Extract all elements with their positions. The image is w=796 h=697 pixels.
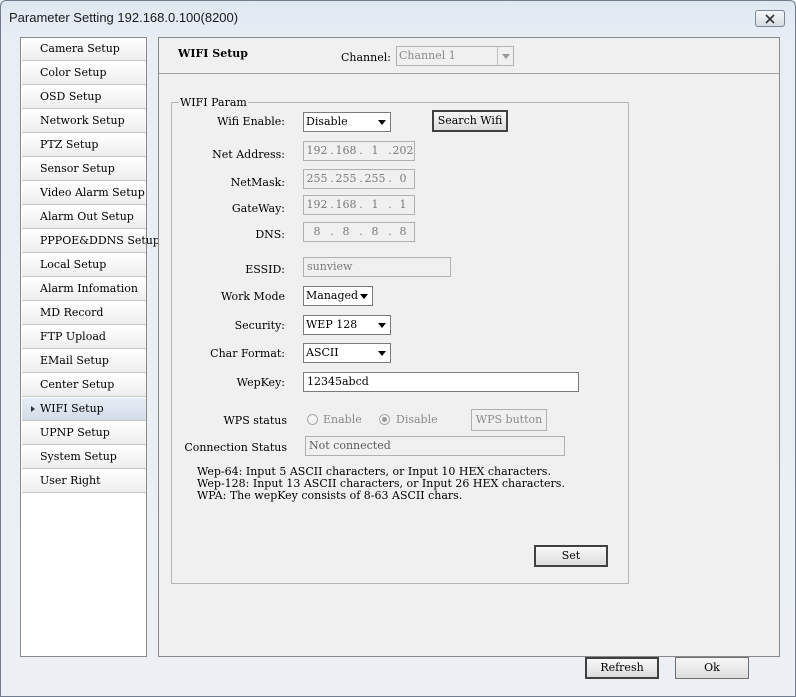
close-button[interactable] xyxy=(755,10,785,27)
wepkey-label: WepKey: xyxy=(236,376,285,389)
wps-disable-radio[interactable] xyxy=(379,414,390,425)
wepkey-field[interactable]: 12345abcd xyxy=(303,372,579,392)
sidebar-item-alarm-out-setup[interactable]: Alarm Out Setup xyxy=(22,206,146,229)
wifi-param-legend: WIFI Param xyxy=(179,96,248,109)
search-wifi-button[interactable]: Search Wifi xyxy=(432,110,508,132)
ok-button[interactable]: Ok xyxy=(675,657,749,679)
sidebar-item-network-setup[interactable]: Network Setup xyxy=(22,110,146,133)
sidebar-item-center-setup[interactable]: Center Setup xyxy=(22,374,146,397)
sidebar-item-sensor-setup[interactable]: Sensor Setup xyxy=(22,158,146,181)
net-address-label: Net Address: xyxy=(212,148,285,161)
wps-enable-radio[interactable] xyxy=(307,414,318,425)
sidebar-item-camera-setup[interactable]: Camera Setup xyxy=(22,38,146,61)
gateway-field[interactable]: 192 . 168 . 1 . 1 xyxy=(303,195,415,215)
work-mode-label: Work Mode xyxy=(220,290,285,303)
sidebar-item-osd-setup[interactable]: OSD Setup xyxy=(22,86,146,109)
sidebar-item-alarm-infomation[interactable]: Alarm Infomation xyxy=(22,278,146,301)
wps-button[interactable]: WPS button xyxy=(471,409,547,431)
sidebar-item-ptz-setup[interactable]: PTZ Setup xyxy=(22,134,146,157)
settings-sidebar: Camera Setup Color Setup OSD Setup Netwo… xyxy=(20,37,160,657)
wps-status-label: WPS status xyxy=(223,414,287,427)
char-format-select[interactable]: ASCII xyxy=(303,343,391,363)
sidebar-item-email-setup[interactable]: EMail Setup xyxy=(22,350,146,373)
dns-field[interactable]: 8 . 8 . 8 . 8 xyxy=(303,222,415,242)
chevron-down-icon xyxy=(374,344,390,362)
wifi-enable-select[interactable]: Disable xyxy=(303,112,391,132)
chevron-down-icon xyxy=(374,316,390,334)
sidebar-item-wifi-setup[interactable]: WIFI Setup xyxy=(22,398,146,421)
security-label: Security: xyxy=(234,319,285,332)
sidebar-item-color-setup[interactable]: Color Setup xyxy=(22,62,146,85)
refresh-button[interactable]: Refresh xyxy=(585,657,659,679)
netmask-field[interactable]: 255 . 255 . 255 . 0 xyxy=(303,169,415,189)
close-icon xyxy=(765,13,775,24)
sidebar-item-ftp-upload[interactable]: FTP Upload xyxy=(22,326,146,349)
page-title: WIFI Setup xyxy=(178,47,248,60)
sidebar-item-upnp-setup[interactable]: UPNP Setup xyxy=(22,422,146,445)
security-select[interactable]: WEP 128 xyxy=(303,315,391,335)
connection-status-field: Not connected xyxy=(305,436,565,456)
char-format-label: Char Format: xyxy=(210,347,285,360)
chevron-down-icon xyxy=(497,47,513,65)
parameter-setting-window: Parameter Setting 192.168.0.100(8200) Ca… xyxy=(0,0,796,697)
connection-status-label: Connection Status xyxy=(184,441,287,454)
sidebar-item-system-setup[interactable]: System Setup xyxy=(22,446,146,469)
window-title: Parameter Setting 192.168.0.100(8200) xyxy=(9,10,239,25)
netmask-label: NetMask: xyxy=(230,176,285,189)
chevron-down-icon xyxy=(356,287,372,305)
channel-label: Channel: xyxy=(341,51,391,64)
work-mode-select[interactable]: Managed xyxy=(303,286,373,306)
sidebar-item-md-record[interactable]: MD Record xyxy=(22,302,146,325)
set-button[interactable]: Set xyxy=(534,545,608,567)
wps-disable-label: Disable xyxy=(396,413,438,426)
chevron-down-icon xyxy=(374,113,390,131)
note-wpa: WPA: The wepKey consists of 8-63 ASCII c… xyxy=(197,489,463,502)
sidebar-item-user-right[interactable]: User Right xyxy=(22,470,146,493)
wifi-enable-label: Wifi Enable: xyxy=(217,115,285,128)
gateway-label: GateWay: xyxy=(231,202,285,215)
wps-enable-label: Enable xyxy=(323,413,362,426)
sidebar-item-local-setup[interactable]: Local Setup xyxy=(22,254,146,277)
sidebar-item-video-alarm-setup[interactable]: Video Alarm Setup xyxy=(22,182,146,205)
sidebar-item-pppoe-ddns-setup[interactable]: PPPOE&DDNS Setup xyxy=(22,230,160,253)
net-address-field[interactable]: 192 . 168 . 1 . 202 xyxy=(303,141,415,161)
dns-label: DNS: xyxy=(255,228,285,241)
essid-label: ESSID: xyxy=(245,263,285,276)
wifi-setup-panel: WIFI Setup Channel: Channel 1 WIFI Param… xyxy=(158,37,780,657)
essid-field[interactable]: sunview xyxy=(303,257,451,277)
selected-arrow-icon xyxy=(31,406,35,412)
channel-select[interactable]: Channel 1 xyxy=(396,46,514,66)
